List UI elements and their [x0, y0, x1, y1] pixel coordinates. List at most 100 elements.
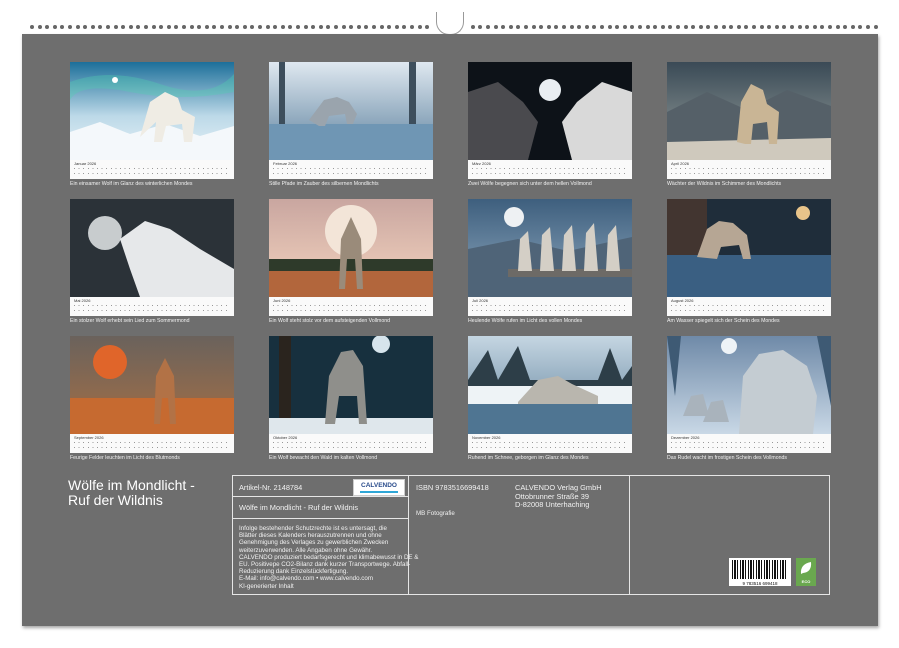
binding-hole [334, 25, 338, 29]
month-caption: Das Rudel wacht im frostigen Schein des … [667, 455, 837, 461]
legal-line: KI-generierter Inhalt [239, 583, 418, 590]
binding-hole [372, 25, 376, 29]
binding-hole [144, 25, 148, 29]
july-photo [468, 199, 632, 297]
binding-hole [684, 25, 688, 29]
binding-hole [547, 25, 551, 29]
barcode-number: 9 783516 699418 [729, 581, 791, 586]
binding-hole [562, 25, 566, 29]
december-photo [667, 336, 831, 434]
binding-hole [524, 25, 528, 29]
month-caption: Ruhend im Schnee, geborgen im Glanz des … [468, 455, 638, 461]
binding-hole [509, 25, 513, 29]
december-calendar: Dezember 2026 [667, 434, 831, 453]
binding-hole [843, 25, 847, 29]
hanger-notch [436, 12, 464, 35]
binding-hole [83, 25, 87, 29]
binding-hole [775, 25, 779, 29]
binding-hole [395, 25, 399, 29]
month-name: April 2026 [671, 161, 689, 166]
binding-hole [205, 25, 209, 29]
binding-hole [380, 25, 384, 29]
binding-hole [266, 25, 270, 29]
binding-hole [752, 25, 756, 29]
legal-line: Reduzierung dank Einzelstückfertigung. [239, 568, 418, 575]
binding-hole [874, 25, 878, 29]
binding-hole [418, 25, 422, 29]
may-calendar: Mai 2026 [70, 297, 234, 316]
binding-hole [653, 25, 657, 29]
binding-hole [608, 25, 612, 29]
may-photo [70, 199, 234, 297]
binding-hole [250, 25, 254, 29]
binding-hole [486, 25, 490, 29]
month-name: Oktober 2026 [273, 435, 297, 440]
binding-hole [281, 25, 285, 29]
binding-hole [342, 25, 346, 29]
binding-hole [114, 25, 118, 29]
june-photo [269, 199, 433, 297]
binding-hole [615, 25, 619, 29]
binding-hole [623, 25, 627, 29]
august-photo [667, 199, 831, 297]
month-caption: Wächter der Wildnis im Schimmer des Mond… [667, 181, 837, 187]
september-photo [70, 336, 234, 434]
binding-hole [288, 25, 292, 29]
month-caption: Ein Wolf bewacht den Wald im kalten Voll… [269, 455, 439, 461]
binding-hole [387, 25, 391, 29]
binding-hole [98, 25, 102, 29]
month-caption: Ein einsamer Wolf im Glanz des winterlic… [70, 181, 240, 187]
binding-hole [30, 25, 34, 29]
publisher-line: D-82008 Unterhaching [515, 501, 602, 510]
binding-hole [220, 25, 224, 29]
binding-hole [402, 25, 406, 29]
legal-line: weiterzuverwenden. Alle Angaben ohne Gew… [239, 547, 418, 554]
binding-hole [585, 25, 589, 29]
binding-hole [212, 25, 216, 29]
binding-hole [258, 25, 262, 29]
binding-hole [729, 25, 733, 29]
binding-hole [349, 25, 353, 29]
month-caption: Stille Pfade im Zauber des silbernen Mon… [269, 181, 439, 187]
binding-hole [364, 25, 368, 29]
month-name: September 2026 [74, 435, 104, 440]
binding-hole [706, 25, 710, 29]
eco-leaf-icon: ECO [796, 558, 816, 586]
march-photo [468, 62, 632, 160]
binding-hole [159, 25, 163, 29]
binding-hole [790, 25, 794, 29]
binding-hole [767, 25, 771, 29]
binding-hole [805, 25, 809, 29]
august-calendar: August 2026 [667, 297, 831, 316]
binding-hole [630, 25, 634, 29]
month-caption: Heulende Wölfe rufen im Licht des vollen… [468, 318, 638, 324]
binding-hole [129, 25, 133, 29]
article-number: Artikel-Nr. 2148784 [239, 484, 302, 493]
legal-line: Infolge bestehender Schutzrechte ist es … [239, 525, 418, 532]
binding-hole [691, 25, 695, 29]
binding-hole [76, 25, 80, 29]
binding-hole [326, 25, 330, 29]
binding-hole [828, 25, 832, 29]
binding-hole [494, 25, 498, 29]
legal-line: Blätter dieses Kalenders herauszutrennen… [239, 532, 418, 539]
binding-hole [851, 25, 855, 29]
product-info-box: Artikel-Nr. 2148784 CALVENDO Wölfe im Mo… [232, 475, 830, 595]
july-calendar: Juli 2026 [468, 297, 632, 316]
binding-hole [714, 25, 718, 29]
month-name: Mai 2026 [74, 298, 90, 303]
binding-hole [699, 25, 703, 29]
november-photo [468, 336, 632, 434]
september-calendar: September 2026 [70, 434, 234, 453]
binding-hole [68, 25, 72, 29]
month-name: Februar 2026 [273, 161, 297, 166]
legal-line: CALVENDO produziert bedarfsgerecht und k… [239, 554, 418, 561]
product-title: Wölfe im Mondlicht - Ruf der Wildnis [239, 504, 358, 513]
binding-hole [478, 25, 482, 29]
binding-hole [501, 25, 505, 29]
binding-hole [296, 25, 300, 29]
isbn: ISBN 9783516699418 [416, 484, 489, 493]
binding-hole [866, 25, 870, 29]
binding-hole [357, 25, 361, 29]
calvendo-logo: CALVENDO [353, 479, 405, 496]
